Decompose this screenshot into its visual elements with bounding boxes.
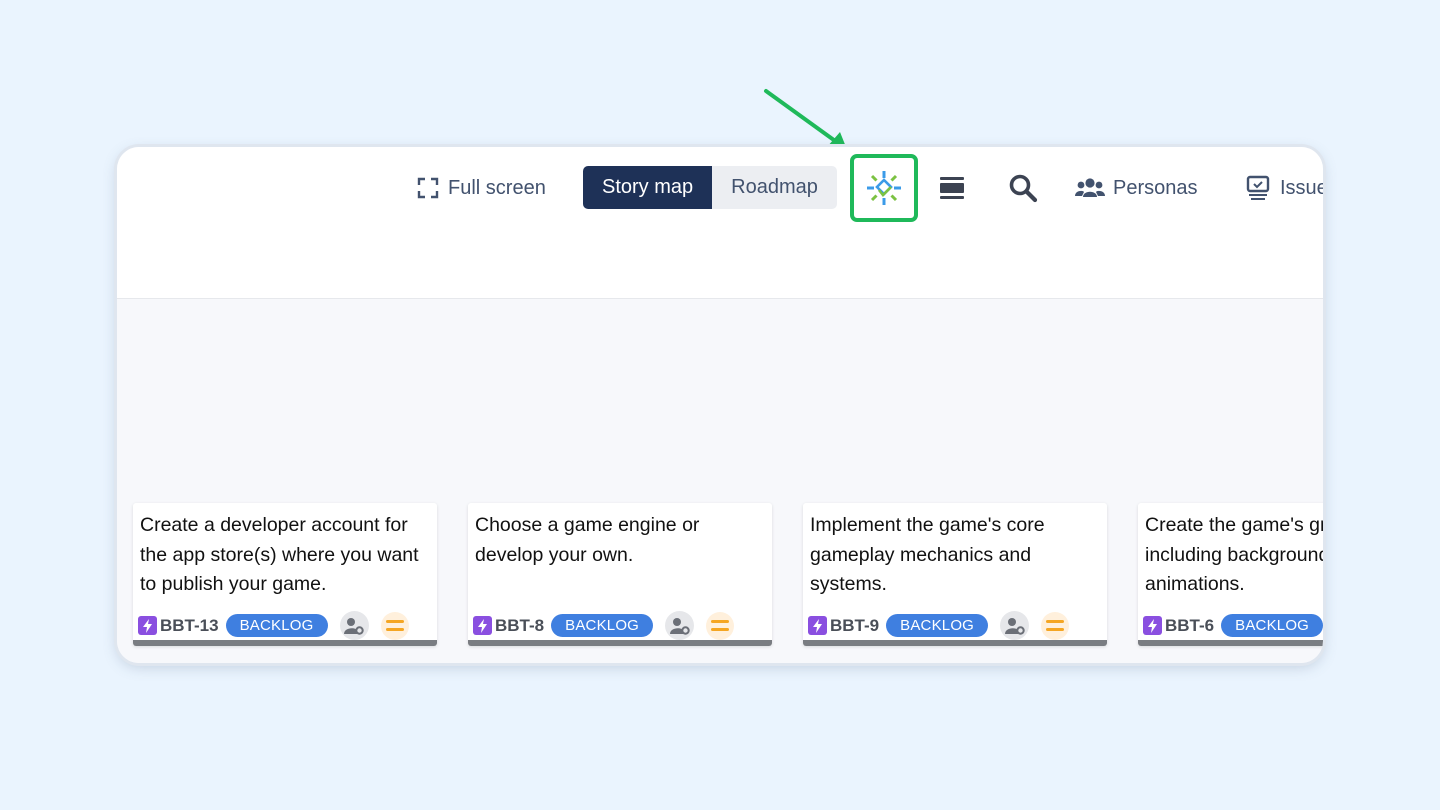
status-badge[interactable]: BACKLOG	[225, 614, 328, 637]
tab-story-map[interactable]: Story map	[583, 166, 713, 209]
fullscreen-label: Full screen	[448, 176, 546, 199]
integration-spark-icon	[867, 171, 901, 205]
card-footer: BBT-8 BACKLOG	[473, 611, 735, 640]
toolbar: Full screen Story map Roadmap Personas I…	[117, 147, 1323, 299]
unassigned-user-icon[interactable]	[339, 611, 369, 640]
priority-medium-icon[interactable]	[380, 611, 409, 640]
card-title: Implement the game's core gameplay mecha…	[810, 514, 1045, 595]
issue-key[interactable]: BBT-8	[495, 616, 544, 636]
view-toggle: Story map Roadmap	[583, 166, 837, 209]
priority-medium-icon[interactable]	[1041, 611, 1070, 640]
fullscreen-button[interactable]: Full screen	[417, 166, 546, 210]
integration-button[interactable]	[850, 154, 918, 222]
status-badge[interactable]: BACKLOG	[886, 614, 989, 637]
card-footer: BBT-6 BACKLOG	[1143, 611, 1323, 640]
monitor-check-icon	[1246, 175, 1270, 200]
epic-lightning-icon	[1143, 616, 1162, 635]
unassigned-user-icon[interactable]	[665, 611, 695, 640]
issues-button[interactable]: Issue	[1246, 166, 1323, 210]
list-view-button[interactable]	[935, 171, 969, 205]
card-title: Create a developer account for the app s…	[140, 514, 419, 595]
story-card[interactable]: Create a developer account for the app s…	[133, 503, 437, 646]
story-card[interactable]: Create the game's graphics, including ba…	[1138, 503, 1323, 646]
card-title: Create the game's graphics, including ba…	[1145, 514, 1323, 595]
app-window: Full screen Story map Roadmap Personas I…	[117, 147, 1323, 663]
search-button[interactable]	[1006, 171, 1040, 205]
issue-key[interactable]: BBT-9	[830, 616, 879, 636]
personas-button[interactable]: Personas	[1075, 166, 1198, 210]
status-badge[interactable]: BACKLOG	[551, 614, 654, 637]
epic-lightning-icon	[808, 616, 827, 635]
search-icon	[1009, 174, 1038, 203]
card-footer: BBT-13 BACKLOG	[138, 611, 409, 640]
card-footer: BBT-9 BACKLOG	[808, 611, 1070, 640]
issues-label: Issue	[1280, 176, 1323, 199]
unassigned-user-icon[interactable]	[1000, 611, 1030, 640]
list-view-icon	[940, 177, 964, 199]
epic-lightning-icon	[473, 616, 492, 635]
issue-key[interactable]: BBT-13	[160, 616, 219, 636]
card-title: Choose a game engine or develop your own…	[475, 514, 700, 566]
story-card[interactable]: Choose a game engine or develop your own…	[468, 503, 772, 646]
screenshot-stage: Full screen Story map Roadmap Personas I…	[0, 0, 1440, 810]
priority-medium-icon[interactable]	[706, 611, 735, 640]
personas-label: Personas	[1113, 176, 1198, 199]
status-badge[interactable]: BACKLOG	[1221, 614, 1323, 637]
users-icon	[1075, 178, 1105, 197]
fullscreen-icon	[417, 177, 439, 199]
story-card[interactable]: Implement the game's core gameplay mecha…	[803, 503, 1107, 646]
epic-lightning-icon	[138, 616, 157, 635]
tab-roadmap[interactable]: Roadmap	[712, 166, 837, 209]
issue-key[interactable]: BBT-6	[1165, 616, 1214, 636]
